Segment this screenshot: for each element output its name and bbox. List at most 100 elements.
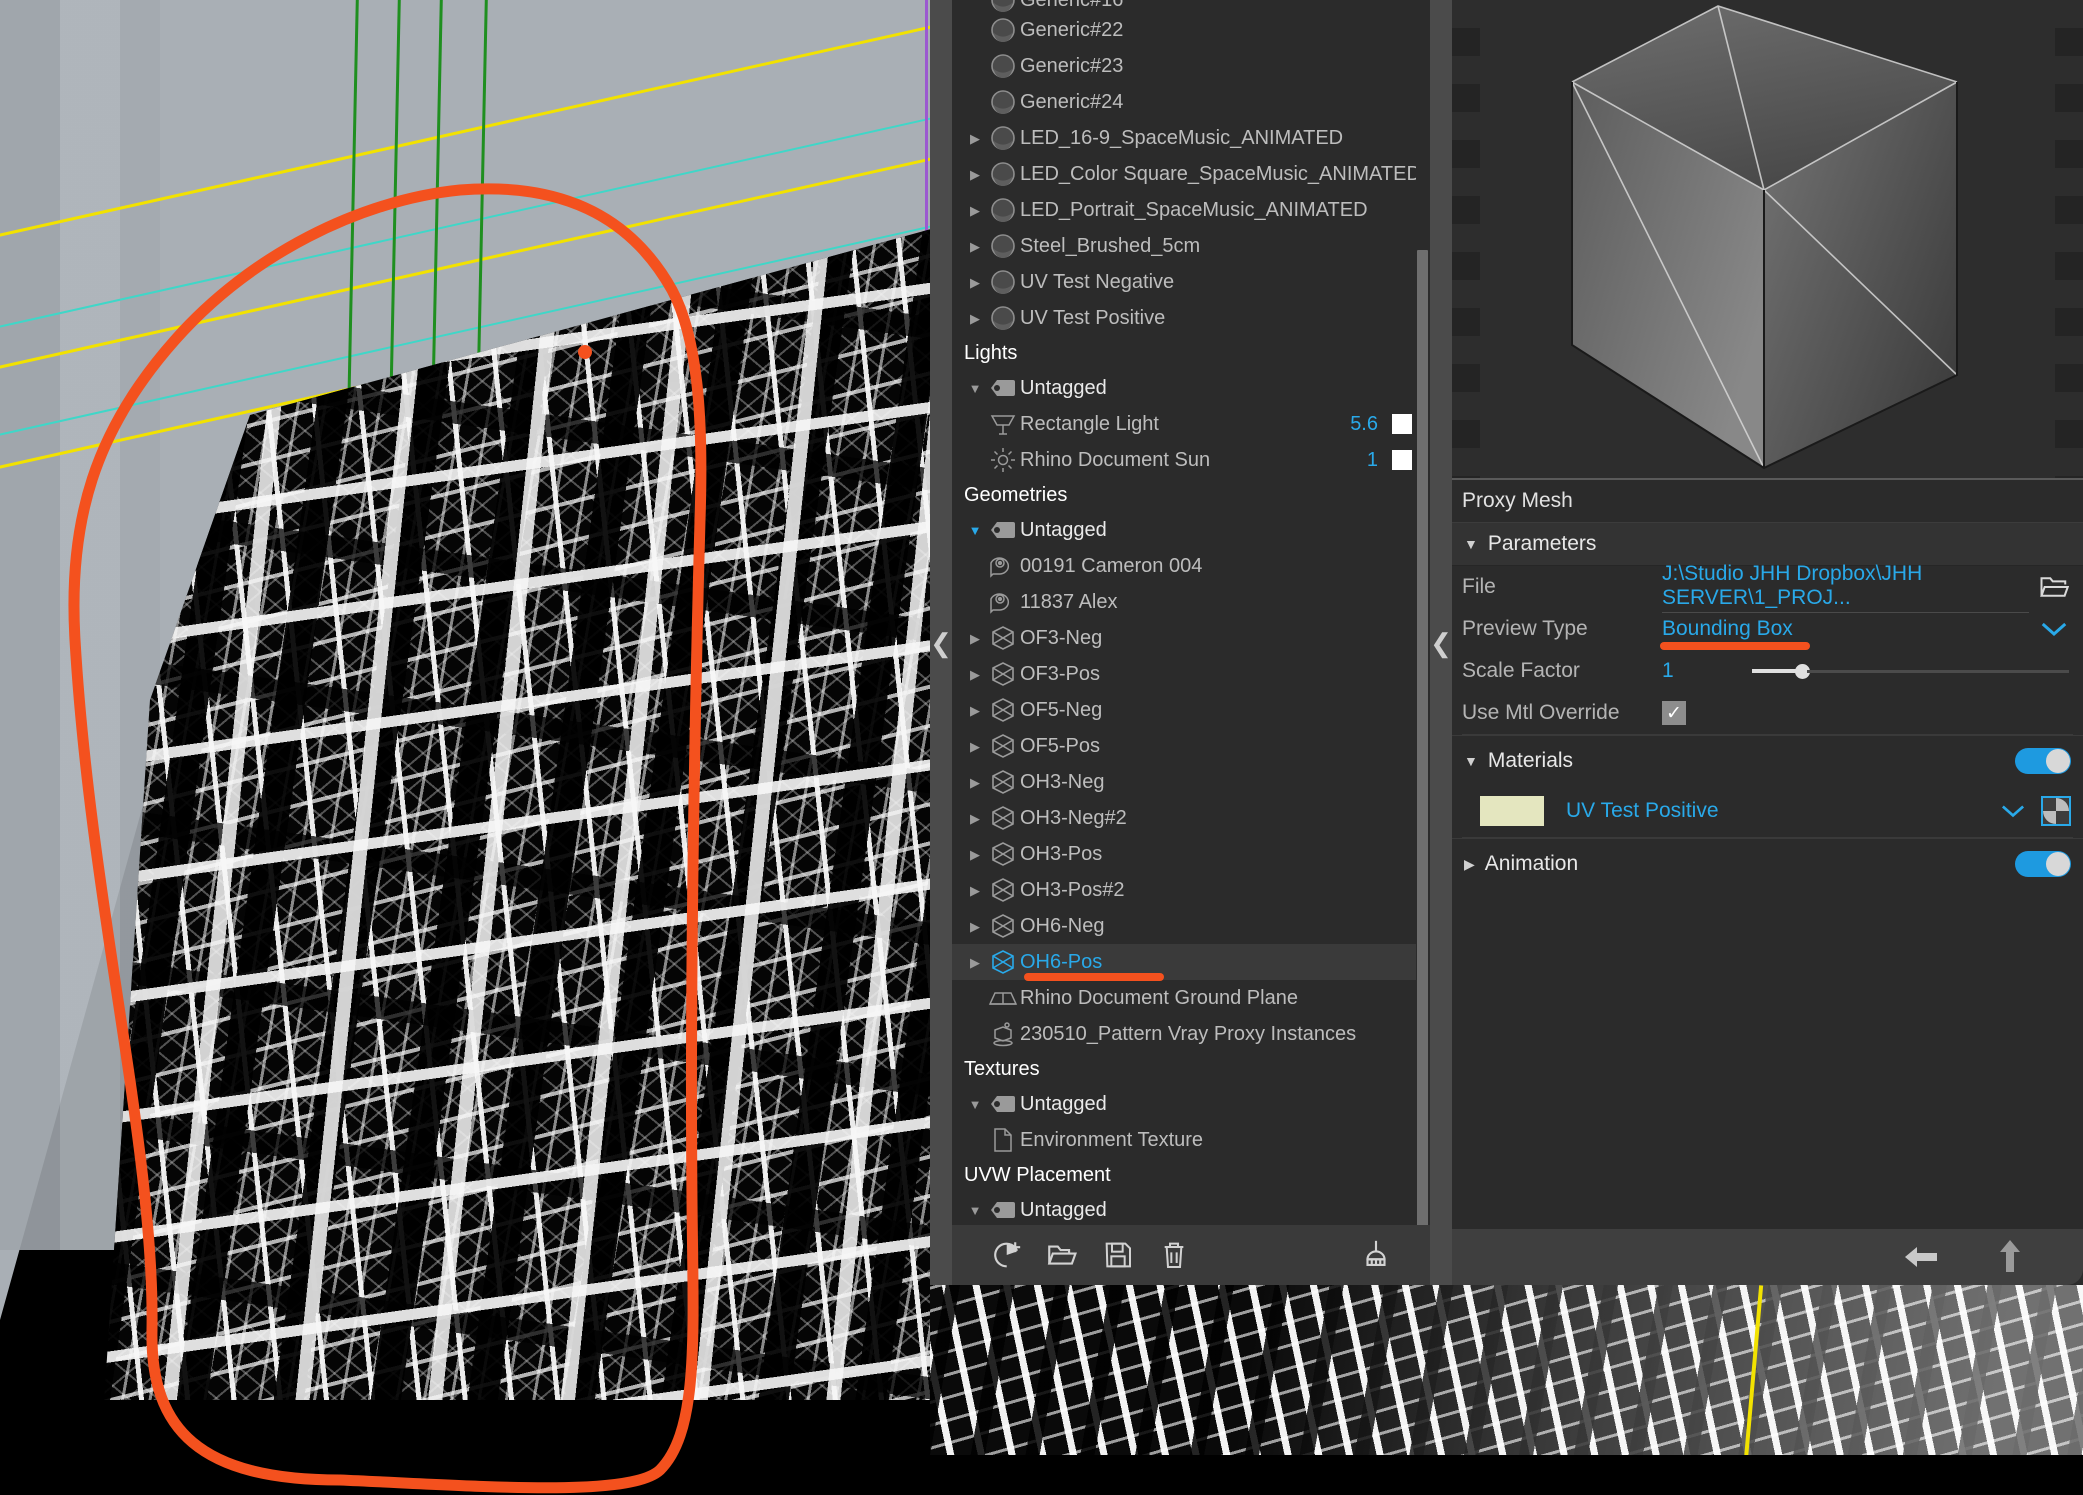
- collapse-arrow-icon[interactable]: ▼: [964, 382, 986, 395]
- expand-arrow-icon[interactable]: ▶: [964, 312, 986, 325]
- list-item-label: OH3-Neg#2: [1020, 806, 1127, 829]
- list-item-led-portrait-spacemusic-animated[interactable]: ▶ LED_Portrait_SpaceMusic_ANIMATED: [952, 192, 1430, 228]
- list-item-led-16-9-spacemusic-animated[interactable]: ▶ LED_16-9_SpaceMusic_ANIMATED: [952, 120, 1430, 156]
- list-item-oh3-neg[interactable]: ▶ OH3-Neg: [952, 764, 1430, 800]
- rectangle-light-icon: [986, 411, 1020, 437]
- material-item-row[interactable]: UV Test Positive: [1452, 785, 2083, 837]
- section-header-geometries: Geometries: [952, 478, 1430, 512]
- expand-arrow-icon[interactable]: ▶: [964, 204, 986, 217]
- save-icon: [1105, 1242, 1131, 1268]
- list-item-00191-cameron-004[interactable]: ▶00191 Cameron 004: [952, 548, 1430, 584]
- list-item-of5-neg[interactable]: ▶ OF5-Neg: [952, 692, 1430, 728]
- collapse-arrow-icon[interactable]: ▼: [964, 1098, 986, 1111]
- asset-list-scrollbar[interactable]: [1416, 0, 1430, 1225]
- list-item-label: Generic#23: [1020, 54, 1124, 77]
- expand-arrow-icon[interactable]: ▶: [964, 704, 986, 717]
- animation-toggle[interactable]: [2015, 850, 2071, 877]
- expand-arrow-icon[interactable]: ▶: [964, 956, 986, 969]
- expand-arrow-icon[interactable]: ▶: [964, 632, 986, 645]
- tag-group-untagged[interactable]: ▼ Untagged: [952, 512, 1430, 548]
- collapse-properties-handle[interactable]: ❮: [1430, 0, 1452, 1285]
- list-item-230510-pattern-vray-proxy-instances[interactable]: ▶230510_Pattern Vray Proxy Instances: [952, 1016, 1430, 1052]
- expand-arrow-icon[interactable]: ▶: [964, 276, 986, 289]
- list-item-environment-texture[interactable]: ▶Environment Texture: [952, 1122, 1430, 1158]
- section-header-textures: Textures: [952, 1052, 1430, 1086]
- list-item-label: UV Test Negative: [1020, 270, 1175, 293]
- asset-list-scroll-thumb[interactable]: [1417, 250, 1428, 1225]
- expand-arrow-icon[interactable]: ▶: [964, 668, 986, 681]
- add-asset-button[interactable]: [978, 1238, 1034, 1272]
- expand-arrow-icon[interactable]: ▶: [964, 132, 986, 145]
- expand-arrow-icon[interactable]: ▶: [964, 740, 986, 753]
- material-texture-button[interactable]: [2041, 796, 2071, 826]
- open-asset-button[interactable]: [1034, 1238, 1090, 1272]
- collapse-asset-list-handle[interactable]: ❮: [930, 0, 952, 1285]
- expand-arrow-icon[interactable]: ▶: [964, 776, 986, 789]
- list-item-generic-24[interactable]: ▶Generic#24: [952, 84, 1430, 120]
- light-color-swatch[interactable]: [1392, 414, 1412, 434]
- light-intensity-value[interactable]: 5.6: [1350, 413, 1392, 436]
- asset-list-scroll-area[interactable]: ▶Generic#16▶Generic#22▶Generic#23▶Generi…: [952, 0, 1430, 1225]
- light-color-swatch[interactable]: [1392, 450, 1412, 470]
- list-item-steel-brushed-5cm[interactable]: ▶ Steel_Brushed_5cm: [952, 228, 1430, 264]
- collapse-arrow-icon[interactable]: ▼: [964, 524, 986, 537]
- delete-asset-button[interactable]: [1146, 1239, 1202, 1271]
- material-preview-viewport[interactable]: [1452, 0, 2083, 480]
- light-intensity-value[interactable]: 1: [1367, 449, 1392, 472]
- preview-type-value[interactable]: Bounding Box: [1662, 617, 2039, 641]
- collapse-arrow-icon[interactable]: ▼: [964, 1204, 986, 1217]
- proxy-mesh-icon: [986, 768, 1020, 796]
- file-browse-button[interactable]: [2039, 574, 2069, 600]
- back-button[interactable]: [1903, 1242, 1941, 1272]
- materials-toggle[interactable]: [2015, 747, 2071, 774]
- list-item-of3-pos[interactable]: ▶ OF3-Pos: [952, 656, 1430, 692]
- list-item-of5-pos[interactable]: ▶ OF5-Pos: [952, 728, 1430, 764]
- up-button[interactable]: [1995, 1238, 2025, 1276]
- save-asset-button[interactable]: [1090, 1239, 1146, 1271]
- list-item-oh3-pos[interactable]: ▶ OH3-Pos: [952, 836, 1430, 872]
- list-item-oh6-pos[interactable]: ▶ OH6-Pos: [952, 944, 1430, 981]
- use-mtl-override-checkbox[interactable]: ✓: [1662, 701, 1686, 725]
- material-color-swatch[interactable]: [1480, 796, 1544, 826]
- expand-arrow-icon[interactable]: ▶: [964, 920, 986, 933]
- tag-group-untagged[interactable]: ▼ Untagged: [952, 370, 1430, 406]
- section-header-label: UVW Placement: [964, 1163, 1111, 1186]
- list-item-of3-neg[interactable]: ▶ OF3-Neg: [952, 620, 1430, 656]
- tag-group-untagged[interactable]: ▼ Untagged: [952, 1086, 1430, 1122]
- list-item-rectangle-light[interactable]: ▶Rectangle Light5.6: [952, 406, 1430, 442]
- section-header-lights: Lights: [952, 336, 1430, 370]
- expand-arrow-icon[interactable]: ▶: [964, 240, 986, 253]
- properties-title: Proxy Mesh: [1452, 480, 2083, 522]
- list-item-oh3-neg-2[interactable]: ▶ OH3-Neg#2: [952, 800, 1430, 836]
- expand-arrow-icon[interactable]: ▶: [964, 884, 986, 897]
- material-dropdown-button[interactable]: [1999, 802, 2027, 820]
- expand-arrow-icon[interactable]: ▶: [964, 848, 986, 861]
- animation-section-header[interactable]: ▶ Animation: [1452, 838, 2083, 888]
- list-item-generic-16[interactable]: ▶Generic#16: [952, 0, 1430, 12]
- material-name[interactable]: UV Test Positive: [1566, 799, 1719, 823]
- list-item-led-color-square-spacemusic-animated[interactable]: ▶ LED_Color Square_SpaceMusic_ANIMATED: [952, 156, 1430, 192]
- list-item-oh3-pos-2[interactable]: ▶ OH3-Pos#2: [952, 872, 1430, 908]
- tag-group-untagged[interactable]: ▼ Untagged: [952, 1192, 1430, 1225]
- expand-arrow-icon[interactable]: ▶: [964, 812, 986, 825]
- list-item-rhino-document-ground-plane[interactable]: ▶Rhino Document Ground Plane: [952, 980, 1430, 1016]
- list-item-generic-23[interactable]: ▶Generic#23: [952, 48, 1430, 84]
- file-icon: [986, 1127, 1020, 1153]
- list-item-generic-22[interactable]: ▶Generic#22: [952, 12, 1430, 48]
- list-item-11837-alex[interactable]: ▶11837 Alex: [952, 584, 1430, 620]
- parameters-group-header[interactable]: ▼ Parameters: [1452, 522, 2083, 566]
- list-item-rhino-document-sun[interactable]: ▶Rhino Document Sun1: [952, 442, 1430, 478]
- scale-factor-value[interactable]: 1: [1662, 659, 1722, 683]
- list-item-label: Untagged: [1020, 1198, 1107, 1221]
- list-item-label: LED_Portrait_SpaceMusic_ANIMATED: [1020, 198, 1368, 221]
- file-path-value[interactable]: J:\Studio JHH Dropbox\JHH SERVER\1_PROJ.…: [1662, 562, 2029, 613]
- expand-arrow-icon[interactable]: ▶: [964, 168, 986, 181]
- scale-factor-slider[interactable]: [1752, 650, 2069, 692]
- list-item-oh6-neg[interactable]: ▶ OH6-Neg: [952, 908, 1430, 944]
- list-item-uv-test-positive[interactable]: ▶ UV Test Positive: [952, 300, 1430, 336]
- list-item-label: LED_16-9_SpaceMusic_ANIMATED: [1020, 126, 1344, 149]
- purge-assets-button[interactable]: [1348, 1238, 1404, 1272]
- list-item-uv-test-negative[interactable]: ▶ UV Test Negative: [952, 264, 1430, 300]
- preview-type-dropdown-button[interactable]: [2039, 619, 2069, 639]
- materials-section-header[interactable]: ▼ Materials: [1452, 735, 2083, 785]
